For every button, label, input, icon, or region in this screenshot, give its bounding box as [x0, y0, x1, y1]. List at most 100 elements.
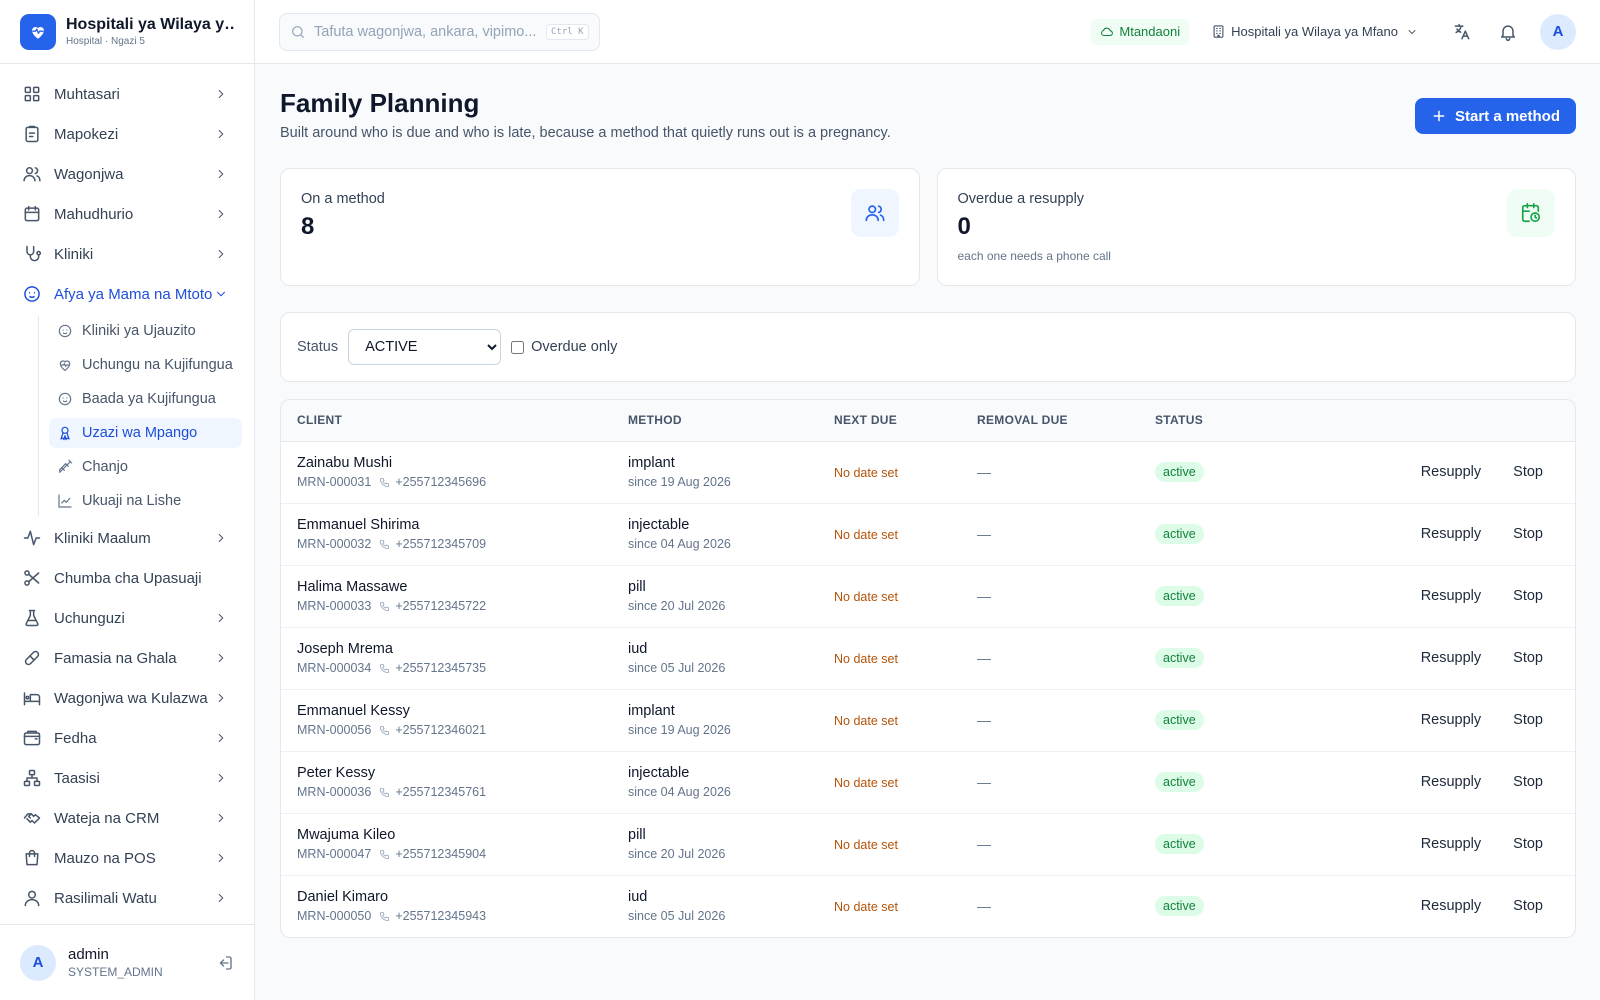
method-name: implant: [628, 703, 675, 719]
chevron-right-icon: [214, 851, 228, 865]
method-cell: implant since 19 Aug 2026: [612, 441, 818, 504]
resupply-button[interactable]: Resupply: [1411, 644, 1491, 672]
client-mrn: MRN-000031: [297, 475, 372, 489]
stop-button[interactable]: Stop: [1503, 892, 1553, 920]
resupply-button[interactable]: Resupply: [1411, 706, 1491, 734]
table-row[interactable]: Halima Massawe MRN-000033 +255712345722 pil…: [281, 565, 1575, 628]
sidebar-item-kliniki[interactable]: Kliniki: [12, 236, 242, 272]
status-badge: active: [1155, 524, 1204, 544]
facility-switcher[interactable]: Hospitali ya Wilaya ya Mfano: [1211, 24, 1418, 39]
sidebar-item-fedha[interactable]: Fedha: [12, 720, 242, 756]
client-cell: Emmanuel Shirima MRN-000032 +255712345709: [281, 503, 612, 566]
stop-button[interactable]: Stop: [1503, 458, 1553, 486]
stop-button[interactable]: Stop: [1503, 830, 1553, 858]
translate-icon: [1452, 22, 1472, 42]
stop-button[interactable]: Stop: [1503, 644, 1553, 672]
column-method[interactable]: METHOD: [612, 400, 818, 442]
client-mrn: MRN-000033: [297, 599, 372, 613]
calendar-icon: [22, 204, 42, 224]
client-name[interactable]: Daniel Kimaro: [297, 889, 596, 905]
stethoscope-icon: [22, 244, 42, 264]
notifications-button[interactable]: [1490, 14, 1526, 50]
client-phone: +255712345696: [395, 475, 487, 489]
client-mrn: MRN-000034: [297, 661, 372, 675]
column-removal-due[interactable]: REMOVAL DUE: [961, 400, 1139, 442]
sidebar-item-mapokezi[interactable]: Mapokezi: [12, 116, 242, 152]
start-method-button[interactable]: Start a method: [1414, 98, 1576, 134]
status-select[interactable]: ACTIVE: [348, 329, 502, 365]
sidebar-item-famasia-na-ghala[interactable]: Famasia na Ghala: [12, 640, 242, 676]
client-name[interactable]: Peter Kessy: [297, 765, 596, 781]
stop-button[interactable]: Stop: [1503, 582, 1553, 610]
sidebar-item-wateja-na-crm[interactable]: Wateja na CRM: [12, 800, 242, 836]
sidebar-item-muhtasari[interactable]: Muhtasari: [12, 76, 242, 112]
stop-button[interactable]: Stop: [1503, 768, 1553, 796]
client-name[interactable]: Mwajuma Kileo: [297, 827, 596, 843]
sidebar-item-mahudhurio[interactable]: Mahudhurio: [12, 196, 242, 232]
avatar[interactable]: A: [20, 944, 56, 981]
overdue-only-label[interactable]: Overdue only: [531, 339, 617, 355]
sidebar-item-mauzo-na-pos[interactable]: Mauzo na POS: [12, 840, 242, 876]
chevron-right-icon: [214, 247, 228, 261]
sidebar-submenu: Kliniki ya Ujauzito Uchungu na Kujifungua…: [38, 316, 242, 516]
table-row[interactable]: Emmanuel Kessy MRN-000056 +255712346021 imp…: [281, 689, 1575, 752]
sidebar-subitem-uzazi-wa-mpango[interactable]: Uzazi wa Mpango: [49, 418, 242, 448]
sidebar-subitem-uchungu-na-kujifungua[interactable]: Uchungu na Kujifungua: [49, 350, 242, 380]
client-name[interactable]: Zainabu Mushi: [297, 455, 596, 471]
ribbon-icon: [57, 425, 73, 441]
sidebar-subitem-chanjo[interactable]: Chanjo: [49, 452, 242, 482]
search-shortcut: Ctrl K: [546, 23, 589, 40]
table-row[interactable]: Zainabu Mushi MRN-000031 +255712345696 impl…: [281, 441, 1575, 504]
clients-table-card: CLIENT METHOD NEXT DUE REMOVAL DUE STATU…: [280, 399, 1576, 938]
table-row[interactable]: Daniel Kimaro MRN-000050 +255712345943 iud s…: [281, 875, 1575, 937]
sidebar-item-wagonjwa[interactable]: Wagonjwa: [12, 156, 242, 192]
global-search[interactable]: Ctrl K: [279, 12, 600, 51]
table-row[interactable]: Emmanuel Shirima MRN-000032 +255712345709 i…: [281, 503, 1575, 566]
sidebar-item-rasilimali-watu[interactable]: Rasilimali Watu: [12, 880, 242, 916]
chevron-right-icon: [214, 127, 228, 141]
sidebar-subitem-kliniki-ya-ujauzito[interactable]: Kliniki ya Ujauzito: [49, 316, 242, 346]
avatar[interactable]: A: [1540, 13, 1576, 50]
sidebar-nav: Muhtasari Mapokezi Wagonjwa Mahudhurio Klini…: [0, 64, 254, 916]
phone-icon: [371, 663, 395, 674]
sidebar-item-wagonjwa-wa-kulazwa[interactable]: Wagonjwa wa Kulazwa: [12, 680, 242, 716]
column-client[interactable]: CLIENT: [281, 400, 612, 442]
next-due-value: No date set: [834, 652, 898, 666]
logout-icon[interactable]: [216, 954, 234, 972]
client-name[interactable]: Joseph Mrema: [297, 641, 596, 657]
status-cell: active: [1139, 627, 1289, 690]
brand-header[interactable]: Hospitali ya Wilaya ya Mfano Hospital · …: [0, 0, 254, 64]
resupply-button[interactable]: Resupply: [1411, 520, 1491, 548]
sidebar-item-taasisi[interactable]: Taasisi: [12, 760, 242, 796]
sidebar-item-uchunguzi[interactable]: Uchunguzi: [12, 600, 242, 636]
method-cell: implant since 19 Aug 2026: [612, 689, 818, 752]
client-name[interactable]: Halima Massawe: [297, 579, 596, 595]
column-status[interactable]: STATUS: [1139, 400, 1289, 442]
table-row[interactable]: Joseph Mrema MRN-000034 +255712345735 iud si…: [281, 627, 1575, 690]
sidebar-item-chumba-cha-upasuaji[interactable]: Chumba cha Upasuaji: [12, 560, 242, 596]
sidebar-item-kliniki-maalum[interactable]: Kliniki Maalum: [12, 520, 242, 556]
chevron-right-icon: [214, 731, 228, 745]
overdue-label: Overdue a resupply: [957, 191, 1085, 207]
column-next-due[interactable]: NEXT DUE: [818, 400, 961, 442]
table-row[interactable]: Peter Kessy MRN-000036 +255712345761 inject…: [281, 751, 1575, 814]
resupply-button[interactable]: Resupply: [1411, 830, 1491, 858]
language-button[interactable]: [1444, 14, 1480, 50]
client-name[interactable]: Emmanuel Kessy: [297, 703, 596, 719]
sidebar-subitem-baada-ya-kujifungua[interactable]: Baada ya Kujifungua: [49, 384, 242, 414]
resupply-button[interactable]: Resupply: [1411, 768, 1491, 796]
sidebar-item-afya-ya-mama-na-mtoto[interactable]: Afya ya Mama na Mtoto: [12, 276, 242, 312]
stop-button[interactable]: Stop: [1503, 520, 1553, 548]
client-name[interactable]: Emmanuel Shirima: [297, 517, 596, 533]
resupply-button[interactable]: Resupply: [1411, 582, 1491, 610]
stop-button[interactable]: Stop: [1503, 706, 1553, 734]
overdue-only-checkbox[interactable]: [511, 340, 525, 354]
chevron-right-icon: [214, 87, 228, 101]
method-name: iud: [628, 889, 648, 906]
search-input[interactable]: [314, 23, 546, 40]
resupply-button[interactable]: Resupply: [1411, 458, 1491, 486]
sidebar-subitem-ukuaji-na-lishe[interactable]: Ukuaji na Lishe: [49, 486, 242, 516]
table-row[interactable]: Mwajuma Kileo MRN-000047 +255712345904 pill…: [281, 813, 1575, 876]
resupply-button[interactable]: Resupply: [1411, 892, 1491, 920]
phone-icon: [371, 849, 395, 860]
